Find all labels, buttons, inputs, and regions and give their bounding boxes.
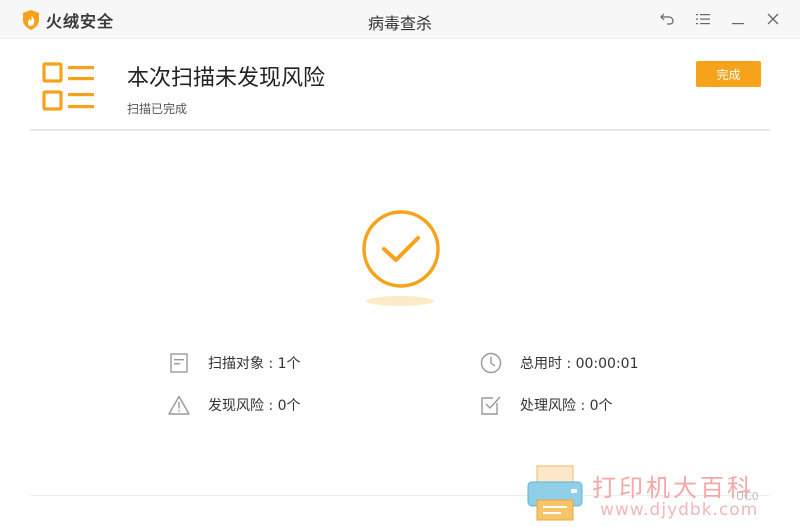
risks-handled-text: 处理风险 : 0个: [520, 398, 613, 414]
printer-logo-icon: [527, 465, 583, 521]
menu-button[interactable]: [693, 9, 713, 29]
title-bar: 火绒安全 病毒查杀: [0, 0, 800, 39]
menu-icon: [696, 14, 710, 25]
header-divider: [30, 129, 770, 131]
warning-icon: [168, 394, 190, 416]
watermark-faint-text: UC0: [736, 490, 759, 503]
undo-icon: [660, 13, 674, 25]
check-shadow: [366, 296, 434, 306]
stat-scan-objects: 扫描对象 : 1个: [168, 352, 301, 374]
minimize-button[interactable]: [728, 9, 748, 29]
check-circle-icon: [362, 210, 440, 288]
undo-button[interactable]: [657, 9, 677, 29]
done-button[interactable]: 完成: [696, 61, 761, 87]
close-icon: [767, 13, 779, 25]
total-time-text: 总用时 : 00:00:01: [520, 356, 639, 372]
result-title: 本次扫描未发现风险: [127, 66, 326, 91]
stat-risks-found: 发现风险 : 0个: [168, 394, 301, 416]
watermark-url: www.djydbk.com: [600, 500, 759, 520]
scan-report-icon: [42, 62, 94, 111]
scan-objects-text: 扫描对象 : 1个: [208, 356, 301, 372]
result-subtitle: 扫描已完成: [127, 102, 188, 116]
checkbox-checked-icon: [480, 394, 502, 416]
window-title: 病毒查杀: [367, 14, 432, 33]
risks-found-text: 发现风险 : 0个: [208, 398, 301, 414]
watermark-text: 打印机大百科: [592, 474, 754, 502]
minimize-icon: [732, 23, 744, 25]
stat-total-time: 总用时 : 00:00:01: [480, 352, 639, 374]
close-button[interactable]: [763, 9, 783, 29]
clock-icon: [480, 352, 502, 374]
document-icon: [168, 352, 190, 374]
stat-risks-handled: 处理风险 : 0个: [480, 394, 613, 416]
